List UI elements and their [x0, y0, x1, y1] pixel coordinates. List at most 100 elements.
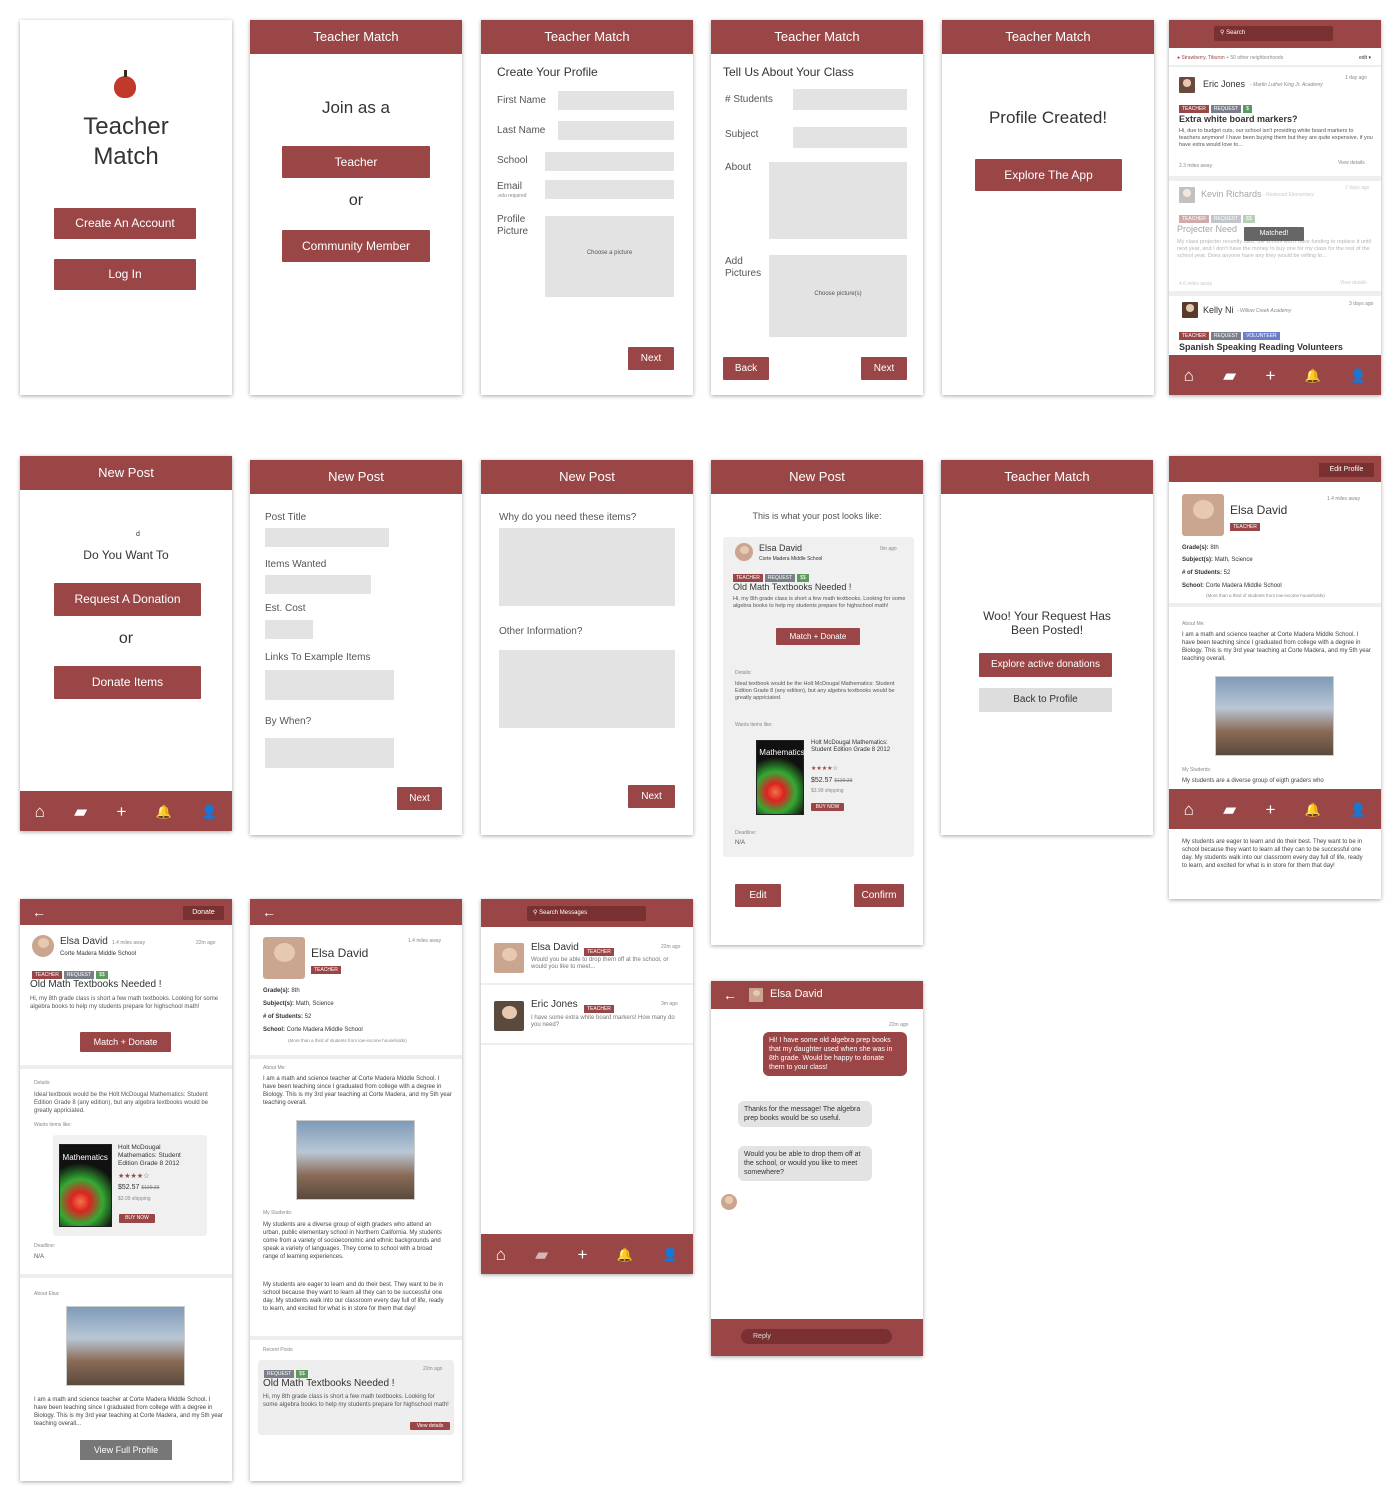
request-donation-button[interactable]: Request A Donation — [54, 583, 201, 616]
explore-app-button[interactable]: Explore The App — [975, 159, 1122, 191]
join-title: Join as a — [321, 98, 391, 117]
back-to-profile-button[interactable]: Back to Profile — [979, 688, 1112, 712]
next-button[interactable]: Next — [628, 785, 675, 808]
app-header: New Post — [20, 456, 232, 490]
edit-profile-button[interactable]: Edit Profile — [1319, 463, 1374, 477]
bell-icon[interactable]: 🔔 — [1305, 803, 1321, 816]
app-header: Teacher Match — [250, 20, 462, 54]
links-field[interactable] — [265, 670, 394, 700]
post-time: 1 day ago — [1345, 75, 1367, 81]
back-arrow-icon[interactable]: ← — [723, 987, 737, 1003]
post-school: - Willow Creek Academy — [1237, 308, 1292, 314]
bell-icon[interactable]: 🔔 — [617, 1248, 633, 1261]
about-label: About Me: — [263, 1065, 286, 1071]
items-wanted-label: Items Wanted — [265, 559, 327, 570]
chat-icon[interactable]: ▰ — [1223, 801, 1236, 818]
conversation-item[interactable]: Elsa David TEACHER 22m ago Would you be … — [481, 931, 693, 981]
teacher-button[interactable]: Teacher — [282, 146, 430, 178]
back-arrow-icon[interactable]: ← — [32, 904, 46, 920]
search-bar[interactable]: ⚲ Search — [1214, 26, 1333, 41]
view-full-profile-button[interactable]: View Full Profile — [80, 1440, 172, 1460]
buy-now-button[interactable]: BUY NOW — [811, 803, 844, 811]
next-button[interactable]: Next — [628, 347, 674, 370]
students-field[interactable] — [793, 89, 907, 110]
user-icon[interactable]: 👤 — [1350, 803, 1366, 816]
home-icon[interactable]: ⌂ — [1184, 367, 1194, 384]
school-field[interactable] — [545, 152, 674, 171]
create-account-button[interactable]: Create An Account — [54, 208, 196, 239]
by-when-field[interactable] — [265, 738, 394, 768]
about-text: I am a math and science teacher at Corte… — [1182, 632, 1371, 662]
subject-field[interactable] — [793, 127, 907, 148]
view-details-link[interactable]: View details — [1340, 280, 1367, 286]
why-field[interactable] — [499, 528, 675, 606]
est-cost-field[interactable] — [265, 620, 313, 639]
my-students-continued: My students are eager to learn and do th… — [1182, 839, 1363, 869]
my-students-label: My Students: — [1182, 767, 1212, 773]
location-edit-link[interactable]: edit ▾ — [1359, 55, 1371, 61]
plus-icon[interactable]: + — [117, 803, 127, 820]
user-icon[interactable]: 👤 — [662, 1248, 678, 1261]
bell-icon[interactable]: 🔔 — [156, 805, 172, 818]
conversation-item[interactable]: Eric Jones TEACHER 3m ago I have some ex… — [481, 989, 693, 1039]
plus-icon[interactable]: + — [1266, 801, 1276, 818]
back-arrow-icon[interactable]: ← — [262, 904, 276, 920]
home-icon[interactable]: ⌂ — [1184, 801, 1194, 818]
avatar — [1182, 302, 1198, 318]
search-messages-bar[interactable]: ⚲ Search Messages — [527, 906, 646, 921]
create-profile-title: Create Your Profile — [497, 65, 598, 79]
explore-donations-button[interactable]: Explore active donations — [979, 653, 1112, 677]
view-details-link[interactable]: View details — [1338, 160, 1365, 166]
email-field[interactable] — [545, 180, 674, 199]
post-title-field[interactable] — [265, 528, 389, 547]
confirm-button[interactable]: Confirm — [854, 884, 904, 907]
home-icon[interactable]: ⌂ — [496, 1246, 506, 1263]
donate-items-button[interactable]: Donate Items — [54, 666, 201, 699]
post-school: - Redwood Elementary — [1263, 192, 1314, 198]
next-button[interactable]: Next — [861, 357, 907, 380]
donate-button[interactable]: Donate — [183, 906, 224, 920]
feed-post[interactable]: Eric Jones - Martin Luther King Jr. Acad… — [1169, 67, 1381, 176]
profile-name: Elsa David — [311, 946, 369, 960]
school-label: School — [497, 155, 528, 166]
profile-picture-upload[interactable] — [545, 216, 674, 297]
location-filter[interactable]: ● Strawberry, Tiburon + 50 other neighbo… — [1177, 55, 1283, 61]
chat-icon[interactable]: ▰ — [535, 1246, 548, 1263]
first-name-field[interactable] — [558, 91, 674, 110]
last-name-field[interactable] — [558, 121, 674, 140]
match-donate-button[interactable]: Match + Donate — [776, 628, 860, 645]
my-students-label: My Students: — [263, 1210, 293, 1216]
book-shipping: $3.99 shipping — [118, 1196, 151, 1202]
edit-button[interactable]: Edit — [735, 884, 781, 907]
app-header: Teacher Match — [711, 20, 923, 54]
distance-text: 1.4 miles away — [408, 938, 442, 944]
other-info-field[interactable] — [499, 650, 675, 728]
about-elsa-label: About Elsa: — [34, 1291, 60, 1297]
chat-icon[interactable]: ▰ — [1223, 367, 1236, 384]
next-button[interactable]: Next — [397, 787, 442, 810]
recent-post-card[interactable]: REQUEST $$ 22m ago Old Math Textbooks Nee… — [258, 1360, 454, 1435]
distance-text: 1.4 miles away — [1327, 496, 1361, 502]
back-button[interactable]: Back — [723, 357, 769, 380]
book-rating: ★★★★☆ — [118, 1173, 150, 1180]
login-button[interactable]: Log In — [54, 259, 196, 290]
post-time: 3 days ago — [1349, 301, 1374, 307]
view-details-button[interactable]: View details — [410, 1422, 450, 1430]
user-icon[interactable]: 👤 — [201, 805, 217, 818]
about-field[interactable] — [769, 162, 907, 239]
user-icon[interactable]: 👤 — [1350, 369, 1366, 382]
match-donate-button[interactable]: Match + Donate — [80, 1032, 171, 1052]
post-author: Elsa David — [759, 543, 803, 553]
plus-icon[interactable]: + — [578, 1246, 588, 1263]
feed-post[interactable]: Kelly Ni - Willow Creek Academy 3 days a… — [1169, 296, 1381, 356]
plus-icon[interactable]: + — [1266, 367, 1276, 384]
items-wanted-field[interactable] — [265, 575, 371, 594]
chat-icon[interactable]: ▰ — [74, 803, 87, 820]
buy-now-button[interactable]: BUY NOW — [119, 1214, 155, 1223]
home-icon[interactable]: ⌂ — [35, 803, 45, 820]
community-member-button[interactable]: Community Member — [282, 230, 430, 262]
reply-input[interactable]: Reply — [741, 1329, 892, 1344]
book-rating: ★★★★☆ — [811, 766, 838, 772]
bell-icon[interactable]: 🔔 — [1305, 369, 1321, 382]
avatar — [749, 988, 763, 1002]
